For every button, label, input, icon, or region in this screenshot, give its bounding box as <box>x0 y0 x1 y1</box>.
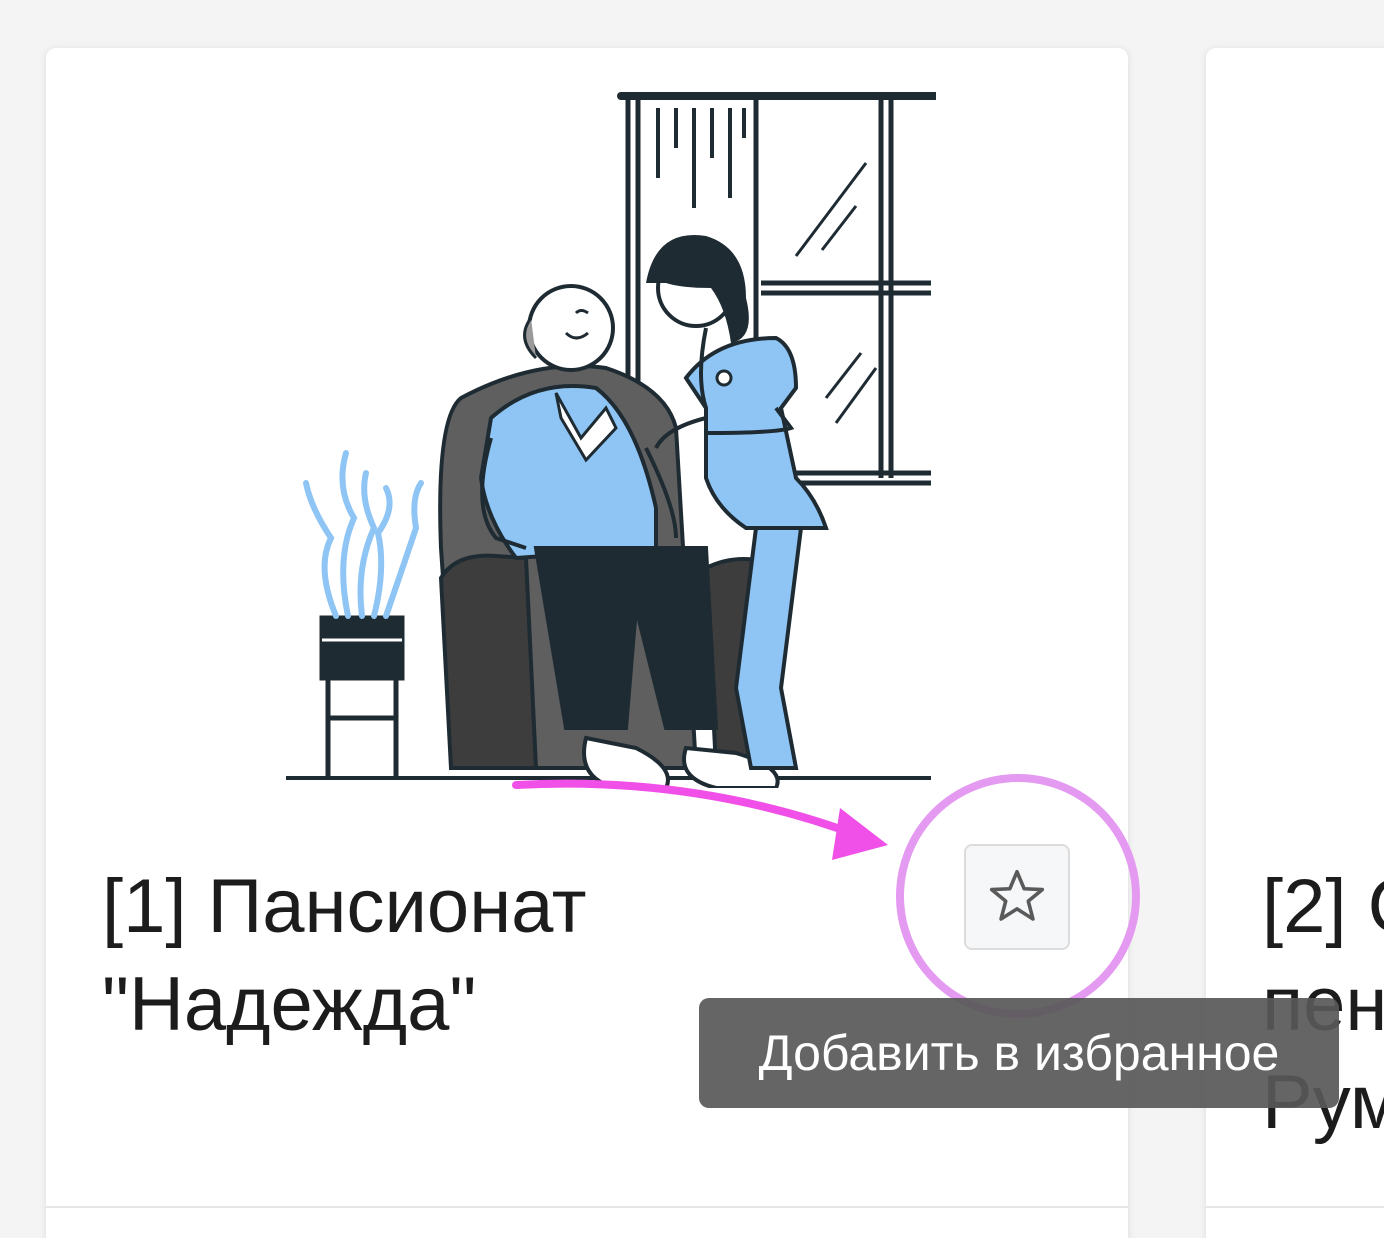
card-title-line: [2] С <box>1262 864 1384 949</box>
favorite-tooltip: Добавить в избранное <box>699 998 1339 1108</box>
card-divider <box>46 1206 1128 1208</box>
star-outline-icon <box>989 869 1045 921</box>
page-viewport: [1] Пансионат "Надежда" [2] С пен Рум До… <box>0 0 1384 1238</box>
add-to-favorites-button[interactable] <box>964 844 1070 950</box>
nurse-with-elderly-man-illustration <box>286 92 936 788</box>
card-divider <box>1206 1206 1384 1208</box>
card-title[interactable]: [1] Пансионат "Надежда" <box>102 858 742 1054</box>
